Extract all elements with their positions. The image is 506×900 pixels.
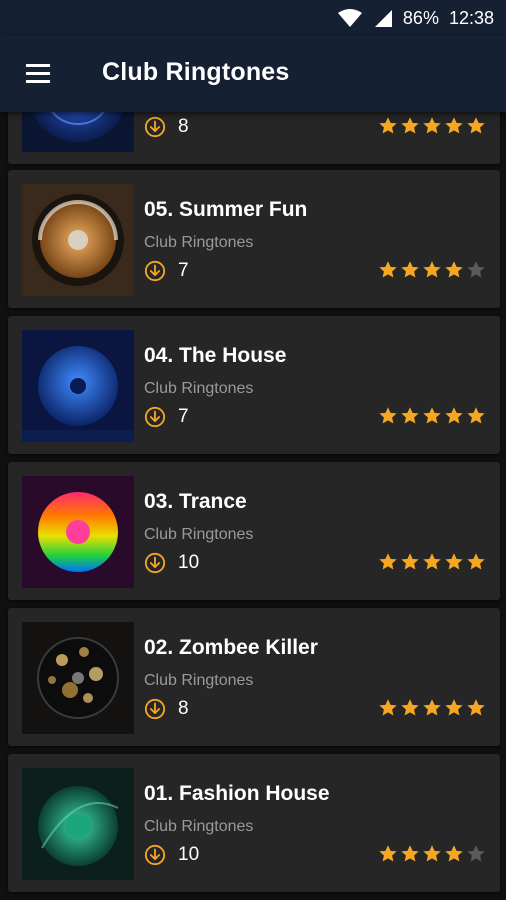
star-filled-icon (401, 845, 419, 862)
rainbow-disc-icon (22, 476, 134, 588)
star-filled-icon (379, 699, 397, 716)
app-bar: Club Ringtones (0, 36, 506, 112)
song-artist: Club Ringtones (144, 526, 254, 543)
album-art (22, 184, 134, 296)
album-art (22, 330, 134, 442)
rating-stars (378, 406, 486, 426)
download-icon (144, 698, 166, 720)
song-title: 01. Fashion House (144, 782, 330, 805)
star-filled-icon (401, 261, 419, 278)
album-art (22, 476, 134, 588)
album-art (22, 622, 134, 734)
menu-icon-bar (26, 72, 50, 75)
menu-icon (26, 64, 50, 67)
star-filled-icon (445, 845, 463, 862)
star-filled-icon (423, 407, 441, 424)
download-count-value: 7 (178, 260, 189, 281)
download-count-value: 10 (178, 844, 200, 865)
list-item[interactable]: 02. Zombee Killer Club Ringtones 8 (8, 608, 500, 746)
download-count-value: 8 (178, 116, 189, 137)
status-bar: 86% 12:38 (0, 0, 506, 36)
rating-stars (378, 844, 486, 864)
orange-disc-icon (22, 184, 134, 296)
star-filled-icon (379, 261, 397, 278)
song-artist: Club Ringtones (144, 672, 254, 689)
star-filled-icon (423, 117, 441, 134)
signal-icon (374, 10, 392, 27)
star-filled-icon (423, 553, 441, 570)
star-filled-icon (423, 699, 441, 716)
star-filled-icon (423, 261, 441, 278)
song-artist: Club Ringtones (144, 818, 254, 835)
download-count: 10 (144, 550, 199, 576)
song-title: 04. The House (144, 344, 287, 367)
download-icon (144, 844, 166, 866)
download-count: 7 (144, 404, 189, 430)
star-filled-icon (379, 117, 397, 134)
star-filled-icon (467, 117, 485, 134)
list-item[interactable]: 03. Trance Club Ringtones 10 (8, 462, 500, 600)
battery-level: 86% (402, 7, 439, 28)
download-count-value: 10 (178, 552, 200, 573)
star-filled-icon (445, 407, 463, 424)
rating-stars (378, 260, 486, 280)
song-title: 02. Zombee Killer (144, 636, 318, 659)
rating-stars (378, 698, 486, 718)
download-count: 8 (144, 696, 189, 722)
clock: 12:38 (448, 7, 494, 28)
star-filled-icon (379, 553, 397, 570)
star-filled-icon (379, 407, 397, 424)
star-filled-icon (467, 553, 485, 570)
star-filled-icon (445, 699, 463, 716)
list-item[interactable]: 05. Summer Fun Club Ringtones 7 (8, 170, 500, 308)
star-filled-icon (401, 699, 419, 716)
star-empty-icon (467, 261, 485, 278)
star-filled-icon (401, 117, 419, 134)
download-count: 8 (144, 114, 189, 140)
star-filled-icon (467, 699, 485, 716)
download-icon (144, 406, 166, 428)
download-count: 10 (144, 842, 199, 868)
song-artist: Club Ringtones (144, 380, 254, 397)
star-empty-icon (467, 845, 485, 862)
gold-bokeh-disc-icon (22, 622, 134, 734)
teal-disc-icon (22, 768, 134, 880)
blue-disc-icon (22, 330, 134, 442)
star-filled-icon (467, 407, 485, 424)
star-filled-icon (423, 845, 441, 862)
download-count-value: 8 (178, 698, 189, 719)
star-filled-icon (445, 553, 463, 570)
wifi-icon (337, 9, 362, 27)
song-title: 05. Summer Fun (144, 198, 308, 221)
star-filled-icon (401, 407, 419, 424)
star-filled-icon (379, 845, 397, 862)
album-art (22, 768, 134, 880)
rating-stars (378, 552, 486, 572)
star-filled-icon (401, 553, 419, 570)
ringtone-list: 8 05. Summer Fun Club Ringtones 7 04. Th… (0, 0, 506, 900)
download-icon (144, 116, 166, 138)
download-count-value: 7 (178, 406, 189, 427)
list-item[interactable]: 04. The House Club Ringtones 7 (8, 316, 500, 454)
song-artist: Club Ringtones (144, 234, 254, 251)
menu-button[interactable] (24, 62, 54, 86)
menu-icon-bar (26, 80, 50, 83)
page-title: Club Ringtones (102, 58, 290, 86)
download-icon (144, 552, 166, 574)
star-filled-icon (445, 117, 463, 134)
download-icon (144, 260, 166, 282)
list-item[interactable]: 01. Fashion House Club Ringtones 10 (8, 754, 500, 892)
star-filled-icon (445, 261, 463, 278)
rating-stars (378, 116, 486, 136)
download-count: 7 (144, 258, 189, 284)
song-title: 03. Trance (144, 490, 247, 513)
